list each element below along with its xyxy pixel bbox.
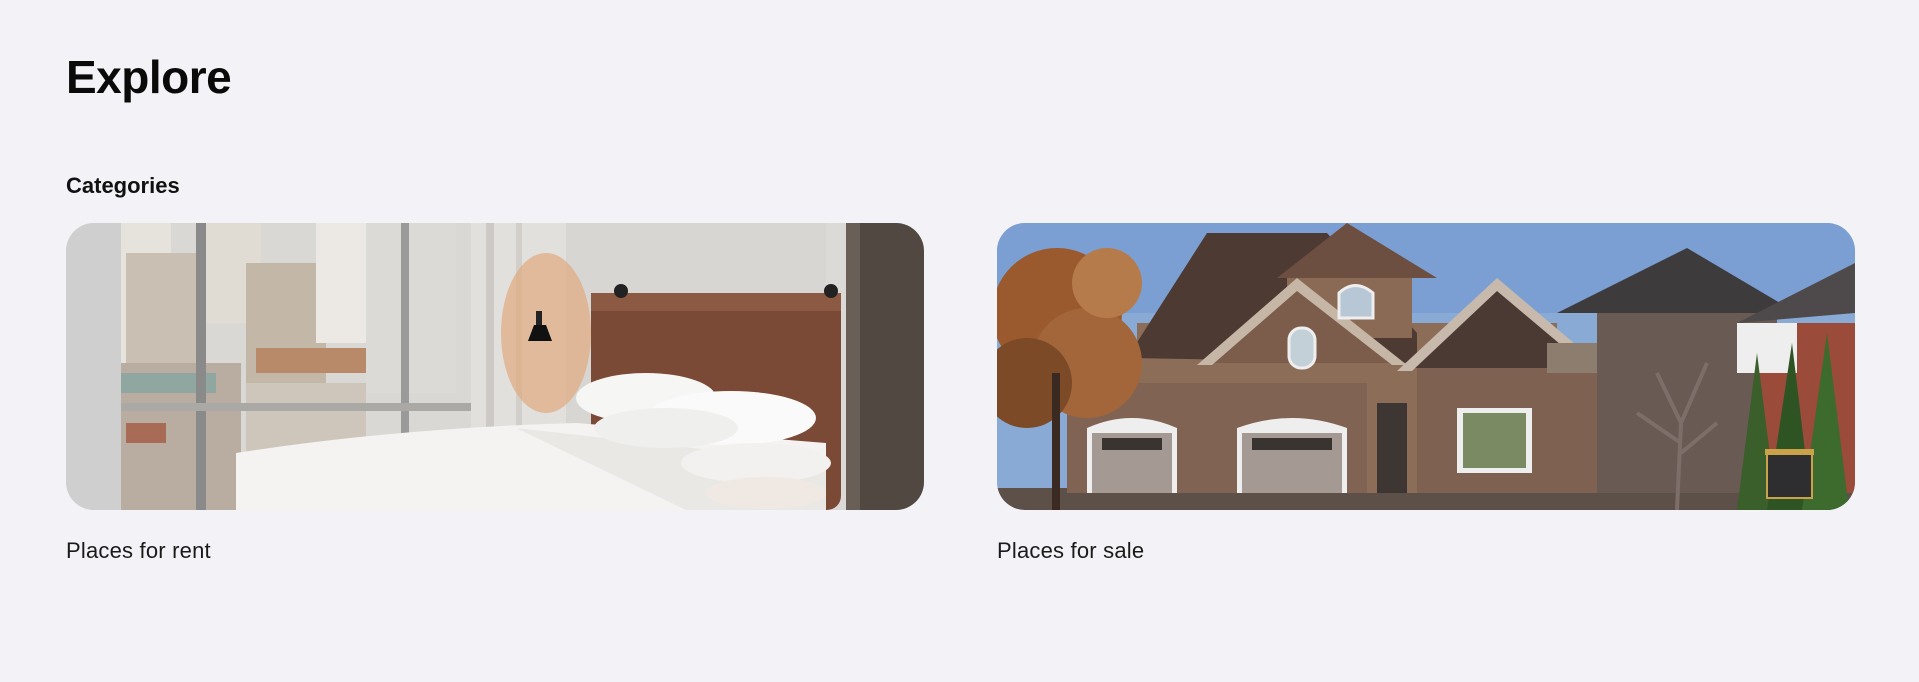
category-card-sale[interactable]: Places for sale [997,223,1855,564]
categories-heading: Categories [66,173,180,198]
category-label-rent: Places for rent [66,538,211,563]
category-label-sale: Places for sale [997,538,1145,563]
explore-page: Explore Categories Places for rent Place… [0,0,1919,682]
bedroom-photo[interactable] [66,223,924,510]
house-photo[interactable] [997,223,1855,510]
page-title: Explore [66,51,232,103]
category-card-rent[interactable]: Places for rent [66,223,924,564]
